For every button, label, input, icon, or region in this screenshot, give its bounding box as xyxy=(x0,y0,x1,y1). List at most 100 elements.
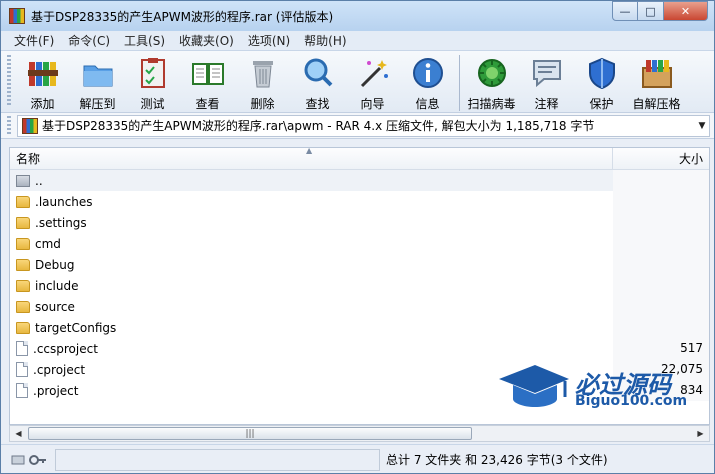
maximize-button[interactable]: □ xyxy=(638,1,664,21)
name-cell: cmd xyxy=(10,237,613,251)
menu-options[interactable]: 选项(N) xyxy=(241,32,297,49)
address-bar: 基于DSP28335的产生APWM波形的程序.rar\apwm - RAR 4.… xyxy=(1,113,714,139)
toolbar-separator xyxy=(459,55,460,111)
virus-scan-button[interactable]: 扫描病毒 xyxy=(464,55,519,112)
file-name: include xyxy=(35,278,79,293)
list-item[interactable]: .settings xyxy=(10,212,709,233)
list-item[interactable]: .launches xyxy=(10,191,709,212)
parent-folder-icon xyxy=(16,174,30,187)
menu-bar: 文件(F) 命令(C) 工具(S) 收藏夹(O) 选项(N) 帮助(H) xyxy=(1,31,714,51)
view-book-icon xyxy=(190,55,226,91)
menu-tools[interactable]: 工具(S) xyxy=(117,32,172,49)
status-left-panel xyxy=(55,448,380,471)
file-size xyxy=(613,296,709,317)
virus-scan-label: 扫描病毒 xyxy=(467,97,516,111)
parent-folder-row[interactable]: .. xyxy=(10,170,709,191)
extract-to-label: 解压到 xyxy=(79,97,116,111)
list-item[interactable]: source xyxy=(10,296,709,317)
file-name: cmd xyxy=(35,236,61,251)
file-name: .launches xyxy=(35,194,93,209)
shield-icon xyxy=(584,55,620,91)
file-size xyxy=(613,233,709,254)
test-button[interactable]: 测试 xyxy=(125,55,180,112)
menu-file[interactable]: 文件(F) xyxy=(7,32,61,49)
list-item[interactable]: .ccsproject 517 xyxy=(10,338,709,359)
file-size xyxy=(613,275,709,296)
wizard-wand-icon xyxy=(355,55,391,91)
add-books-icon xyxy=(25,55,61,91)
info-label: 信息 xyxy=(415,97,440,111)
file-name: Debug xyxy=(35,257,75,272)
file-size xyxy=(613,170,709,191)
column-size-header[interactable]: 大小 xyxy=(613,148,709,169)
horizontal-scrollbar[interactable]: ◀ ||| ▶ xyxy=(9,425,710,442)
name-cell: targetConfigs xyxy=(10,321,613,335)
chevron-down-icon[interactable]: ▼ xyxy=(695,121,709,131)
folder-icon xyxy=(16,237,30,250)
minimize-button[interactable]: — xyxy=(612,1,638,21)
test-label: 测试 xyxy=(140,97,165,111)
comment-button[interactable]: 注释 xyxy=(519,55,574,112)
address-field[interactable]: 基于DSP28335的产生APWM波形的程序.rar\apwm - RAR 4.… xyxy=(17,114,710,137)
folder-icon xyxy=(16,195,30,208)
window-controls: — □ ✕ xyxy=(612,1,708,21)
folder-icon xyxy=(16,216,30,229)
extract-to-button[interactable]: 解压到 xyxy=(70,55,125,112)
add-label: 添加 xyxy=(30,97,55,111)
extract-folder-icon xyxy=(80,55,116,91)
list-item[interactable]: cmd xyxy=(10,233,709,254)
watermark-url: Biguo100.com xyxy=(575,393,688,409)
scroll-left-icon[interactable]: ◀ xyxy=(10,426,27,441)
file-size xyxy=(613,254,709,275)
name-cell: .ccsproject xyxy=(10,341,613,356)
add-button[interactable]: 添加 xyxy=(15,55,70,112)
menu-command[interactable]: 命令(C) xyxy=(61,32,117,49)
graduation-cap-icon xyxy=(499,365,569,407)
list-header: ▲ 名称 大小 xyxy=(10,148,709,170)
delete-label: 删除 xyxy=(250,97,275,111)
file-size xyxy=(613,191,709,212)
address-path: 基于DSP28335的产生APWM波形的程序.rar\apwm - RAR 4.… xyxy=(42,119,595,133)
file-icon xyxy=(16,362,28,377)
info-button[interactable]: 信息 xyxy=(400,55,455,112)
protect-button[interactable]: 保护 xyxy=(574,55,629,112)
file-name: .settings xyxy=(35,215,87,230)
scroll-right-icon[interactable]: ▶ xyxy=(692,426,709,441)
view-label: 查看 xyxy=(195,97,220,111)
toolbar-grip[interactable] xyxy=(7,55,11,107)
name-cell: .launches xyxy=(10,195,613,209)
list-item[interactable]: include xyxy=(10,275,709,296)
name-cell: source xyxy=(10,300,613,314)
menu-help[interactable]: 帮助(H) xyxy=(297,32,353,49)
protect-label: 保护 xyxy=(589,97,614,111)
file-name: .project xyxy=(33,383,79,398)
scroll-track[interactable]: ||| xyxy=(27,426,692,441)
address-grip[interactable] xyxy=(7,115,11,136)
close-button[interactable]: ✕ xyxy=(664,1,708,21)
file-size xyxy=(613,212,709,233)
view-button[interactable]: 查看 xyxy=(180,55,235,112)
find-button[interactable]: 查找 xyxy=(290,55,345,112)
drive-icon[interactable] xyxy=(11,454,25,466)
info-icon xyxy=(410,55,446,91)
sfx-button[interactable]: 自解压格 xyxy=(629,55,684,112)
name-cell: include xyxy=(10,279,613,293)
file-name: .cproject xyxy=(33,362,86,377)
wizard-button[interactable]: 向导 xyxy=(345,55,400,112)
name-cell: .settings xyxy=(10,216,613,230)
list-item[interactable]: targetConfigs xyxy=(10,317,709,338)
file-name: targetConfigs xyxy=(35,320,117,335)
window-title: 基于DSP28335的产生APWM波形的程序.rar (评估版本) xyxy=(31,9,334,24)
menu-favorites[interactable]: 收藏夹(O) xyxy=(172,32,241,49)
watermark: 必过源码 Biguo100.com xyxy=(495,361,705,413)
folder-icon xyxy=(16,321,30,334)
scroll-thumb[interactable]: ||| xyxy=(28,427,472,440)
winrar-app-icon xyxy=(9,8,25,24)
file-size: 517 xyxy=(613,338,709,359)
wizard-label: 向导 xyxy=(360,97,385,111)
list-item[interactable]: Debug xyxy=(10,254,709,275)
key-icon[interactable] xyxy=(29,454,47,466)
title-bar[interactable]: 基于DSP28335的产生APWM波形的程序.rar (评估版本) — □ ✕ xyxy=(1,1,714,31)
delete-button[interactable]: 删除 xyxy=(235,55,290,112)
file-name: source xyxy=(35,299,75,314)
